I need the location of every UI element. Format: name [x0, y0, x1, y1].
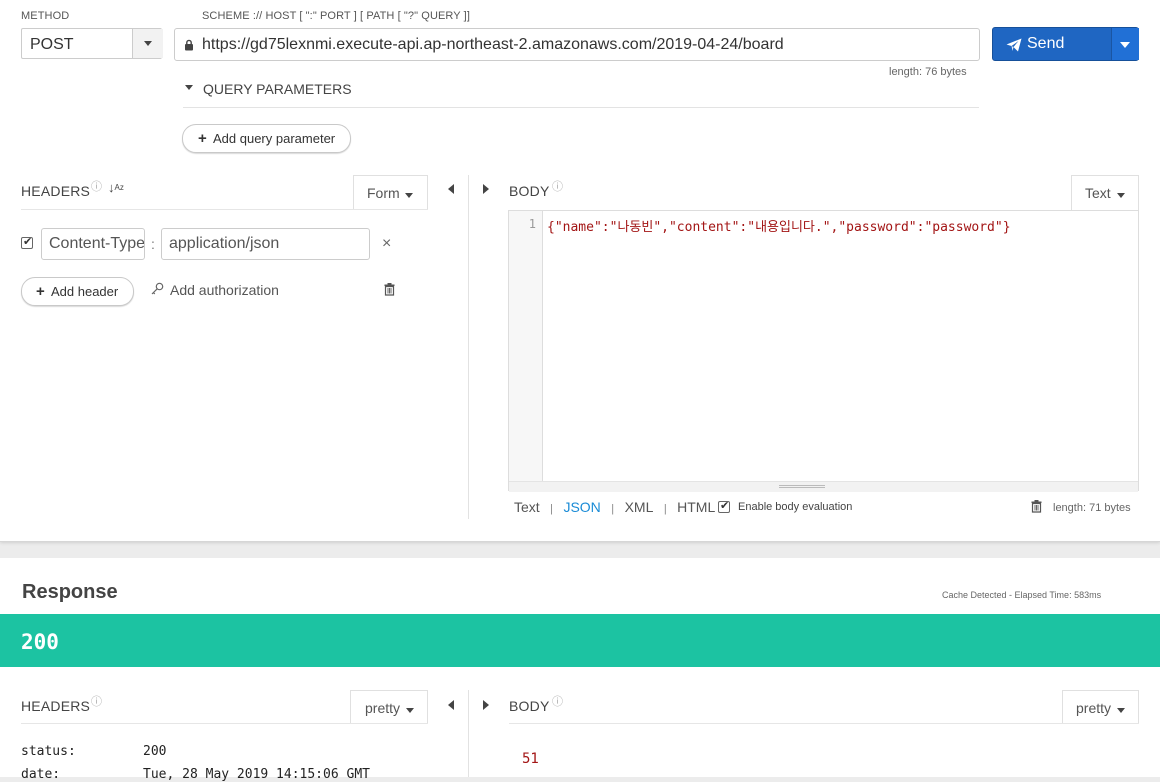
response-body-mode-dropdown[interactable]: pretty	[1062, 690, 1139, 724]
header-enabled-checkbox[interactable]: ✔	[21, 236, 33, 249]
response-header-key: status:	[21, 744, 76, 759]
chevron-down-icon	[1117, 193, 1125, 198]
collapse-left-icon[interactable]	[448, 700, 454, 710]
response-body-content: 51	[522, 751, 539, 767]
url-format-label: SCHEME :// HOST [ ":" PORT ] [ PATH [ "?…	[202, 10, 470, 22]
format-text-link[interactable]: Text	[514, 499, 540, 515]
divider	[21, 209, 428, 210]
response-headers-mode-dropdown[interactable]: pretty	[350, 690, 428, 724]
add-header-label: Add header	[51, 284, 119, 299]
plus-icon: +	[36, 283, 45, 300]
separator: |	[611, 503, 615, 515]
help-icon[interactable]: ⓘ	[552, 693, 563, 709]
send-label: Send	[1027, 35, 1065, 52]
collapse-right-icon[interactable]	[483, 184, 489, 194]
format-xml-link[interactable]: XML	[625, 499, 654, 515]
status-bar: 200	[0, 614, 1160, 667]
check-icon: ✔	[23, 236, 33, 248]
query-parameters-label: QUERY PARAMETERS	[203, 81, 352, 97]
url-value: https://gd75lexnmi.execute-api.ap-northe…	[202, 36, 784, 53]
method-select[interactable]: POST	[21, 28, 163, 59]
line-gutter: 1	[509, 211, 543, 490]
sort-alpha-icon[interactable]: ↓Aᴢ	[108, 181, 124, 195]
add-header-button[interactable]: + Add header	[21, 277, 134, 306]
response-header-value: 200	[143, 744, 167, 759]
send-button[interactable]: Send	[992, 27, 1139, 61]
grip-line	[779, 485, 825, 486]
lock-icon	[185, 39, 193, 51]
chevron-down-icon	[406, 708, 414, 713]
header-colon: :	[151, 236, 155, 252]
add-query-parameter-button[interactable]: + Add query parameter	[182, 124, 351, 153]
pane-splitter[interactable]	[468, 690, 469, 777]
response-title: Response	[22, 581, 118, 603]
headers-mode-dropdown[interactable]: Form	[353, 175, 428, 210]
response-body-mode-label: pretty	[1076, 700, 1112, 716]
status-code: 200	[21, 630, 59, 654]
body-mode-dropdown[interactable]: Text	[1071, 175, 1139, 210]
response-body-title: BODY	[509, 698, 550, 714]
line-number: 1	[528, 217, 536, 231]
help-icon[interactable]: ⓘ	[91, 693, 102, 709]
add-authorization-button[interactable]: Add authorization	[151, 281, 301, 301]
send-options-toggle[interactable]	[1111, 28, 1139, 60]
paper-plane-icon	[1006, 38, 1022, 52]
trash-icon[interactable]	[384, 283, 395, 296]
trash-icon[interactable]	[1031, 500, 1042, 513]
divider	[21, 723, 428, 724]
url-length: length: 76 bytes	[889, 66, 967, 78]
remove-header-icon[interactable]: ×	[382, 235, 391, 253]
request-panel: METHOD SCHEME :// HOST [ ":" PORT ] [ PA…	[0, 0, 1160, 542]
body-format-links: Text | JSON | XML | HTML	[514, 499, 715, 517]
key-icon	[151, 282, 164, 295]
chevron-down-icon	[144, 41, 152, 46]
check-icon: ✔	[720, 500, 730, 512]
url-input[interactable]: https://gd75lexnmi.execute-api.ap-northe…	[174, 28, 980, 61]
response-header-key: date:	[21, 767, 61, 782]
format-json-link[interactable]: JSON	[563, 499, 600, 515]
response-header-value: Tue, 28 May 2019 14:15:06 GMT	[143, 767, 370, 782]
chevron-down-icon	[1120, 42, 1130, 48]
response-headers-title: HEADERS	[21, 698, 91, 714]
editor-resize-handle[interactable]	[509, 481, 1138, 492]
separator: |	[663, 503, 667, 515]
enable-body-evaluation-label: Enable body evaluation	[738, 501, 853, 513]
help-icon[interactable]: ⓘ	[552, 178, 563, 194]
response-headers-mode-label: pretty	[365, 700, 401, 716]
divider	[183, 107, 979, 108]
collapse-right-icon[interactable]	[483, 700, 489, 710]
body-length: length: 71 bytes	[1053, 502, 1131, 514]
format-html-link[interactable]: HTML	[677, 499, 715, 515]
plus-icon: +	[198, 130, 207, 147]
body-title: BODY	[509, 183, 550, 199]
separator: |	[550, 503, 553, 515]
chevron-down-icon	[405, 193, 413, 198]
add-authorization-label: Add authorization	[170, 282, 279, 298]
grip-line	[779, 487, 825, 488]
response-meta: Cache Detected - Elapsed Time: 583ms	[942, 590, 1102, 600]
chevron-down-icon	[1117, 708, 1125, 713]
method-label: METHOD	[21, 10, 70, 22]
query-parameters-toggle[interactable]: QUERY PARAMETERS	[183, 80, 383, 98]
caret-down-icon	[185, 85, 193, 90]
header-value-input[interactable]: application/json	[161, 228, 370, 260]
body-content: {"name":"나동빈","content":"내용입니다.","passwo…	[547, 220, 1011, 235]
enable-body-evaluation-checkbox[interactable]: ✔	[718, 500, 730, 513]
header-name-input[interactable]: Content-Type	[41, 228, 145, 260]
header-name-value: Content-Type	[49, 235, 145, 252]
headers-mode-label: Form	[367, 185, 400, 201]
add-query-parameter-label: Add query parameter	[213, 131, 336, 146]
pane-splitter[interactable]	[468, 175, 469, 519]
collapse-left-icon[interactable]	[448, 184, 454, 194]
help-icon[interactable]: ⓘ	[91, 178, 102, 194]
headers-title: HEADERS	[21, 183, 91, 199]
header-value-text: application/json	[169, 235, 280, 252]
method-dropdown-toggle[interactable]	[132, 29, 163, 58]
body-editor[interactable]: 1 {"name":"나동빈","content":"내용입니다.","pass…	[508, 210, 1139, 492]
method-value: POST	[30, 36, 74, 53]
body-mode-label: Text	[1085, 185, 1111, 201]
divider	[509, 723, 1139, 724]
